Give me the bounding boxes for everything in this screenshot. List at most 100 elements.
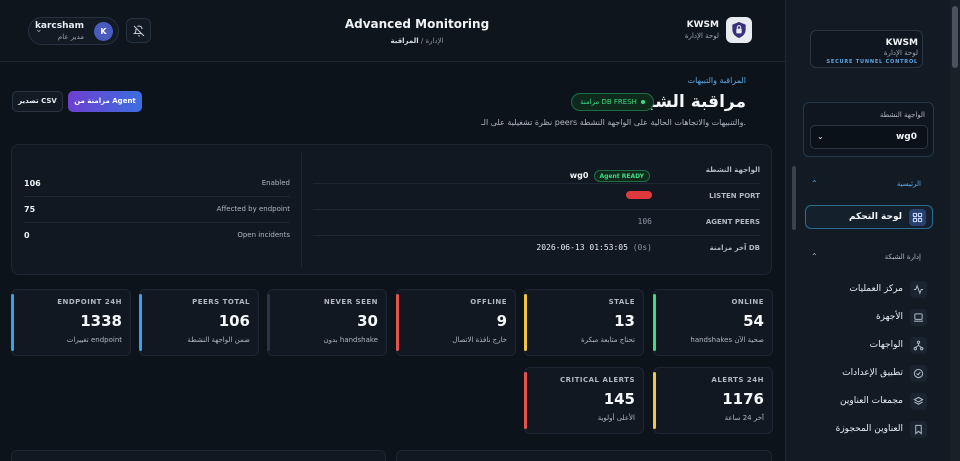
last-sync-label: آخر مزامنة DB — [709, 244, 760, 252]
card-value: 13 — [614, 312, 635, 330]
active-interface-row: الواجهة النشطة wg0 Agent READY — [313, 157, 760, 184]
sidebar-item-reserved-addresses[interactable]: العناوين المحجوزة — [805, 418, 933, 442]
card-accent-bar — [396, 294, 399, 351]
card-peers-total: PEERS TOTAL 106 ضمن الواجهة النشطة — [139, 289, 259, 356]
status-dot-icon — [640, 100, 645, 104]
breadcrumb: الإدارة / المراقبة — [300, 37, 534, 45]
agent-status-badge: Agent READY — [593, 170, 650, 182]
card-title: ALERTS 24H — [711, 376, 764, 384]
sidebar-item-address-pools[interactable]: مجمعات العناوين — [805, 390, 933, 414]
last-sync-row: آخر مزامنة DB 2026-06-13 01:53:05 (0s) — [313, 235, 760, 262]
last-sync-value-group: 2026-06-13 01:53:05 (0s) — [536, 243, 652, 252]
user-name: karcsham — [34, 21, 84, 31]
interface-select[interactable]: wg0 ⌄ — [810, 125, 928, 149]
last-sync-value: 2026-06-13 01:53:05 — [536, 243, 628, 252]
sidebar-brand-subtitle: لوحة الإدارة — [883, 49, 918, 57]
page-description: نظرة تشغيلية على الـ peers والتنبيهات وا… — [481, 118, 746, 127]
page-header: Advanced Monitoring الإدارة / المراقبة — [300, 17, 534, 45]
lower-panel-left — [11, 450, 386, 461]
devices-icon — [910, 309, 927, 326]
card-title: ONLINE — [731, 298, 764, 306]
activity-icon — [910, 281, 927, 298]
bookmark-icon — [910, 421, 927, 438]
active-interface-box-label: الواجهة النشطة — [879, 111, 925, 119]
card-subtitle: خارج نافذة الاتصال — [452, 336, 507, 344]
card-title: STALE — [608, 298, 635, 306]
stat-label: Open incidents — [237, 231, 290, 239]
card-title: PEERS TOTAL — [192, 298, 250, 306]
card-subtitle: آخر 24 ساعة — [724, 414, 764, 422]
bell-off-icon — [133, 25, 145, 37]
active-interface-value: wg0 — [569, 171, 589, 180]
active-interface-value-group: wg0 Agent READY — [570, 163, 652, 182]
card-subtitle: بدون handshake — [323, 336, 378, 344]
sidebar-item-dashboard[interactable]: لوحة التحكم — [805, 205, 933, 229]
sync-status-badge: مزامنة DB FRESH — [571, 93, 654, 111]
sidebar-item-interfaces[interactable]: الواجهات — [805, 334, 933, 358]
sidebar-item-apply-settings[interactable]: تطبيق الإعدادات — [805, 362, 933, 386]
sidebar-item-devices[interactable]: الأجهزة — [805, 306, 933, 330]
card-title: ENDPOINT 24H — [57, 298, 122, 306]
sidebar-item-label: الأجهزة — [875, 312, 903, 322]
sidebar-item-label: مركز العمليات — [849, 284, 903, 294]
agent-peers-label: AGENT PEERS — [705, 218, 760, 226]
active-interface-box: الواجهة النشطة wg0 ⌄ — [803, 102, 934, 157]
agent-peers-value: 106 — [637, 217, 652, 226]
listen-port-row: LISTEN PORT — [313, 183, 760, 210]
overview-panel: الواجهة النشطة wg0 Agent READY LISTEN PO… — [11, 144, 772, 275]
brand-name: KWSM — [686, 20, 719, 30]
user-role: مدير عام — [57, 33, 84, 41]
card-subtitle: الأعلى أولوية — [597, 414, 635, 422]
stat-value: 106 — [24, 179, 41, 188]
card-title: OFFLINE — [470, 298, 507, 306]
page-scrollbar[interactable] — [950, 0, 960, 461]
card-accent-bar — [267, 294, 270, 351]
sidebar-item-label: مجمعات العناوين — [840, 396, 903, 406]
chevron-up-icon: ⌃ — [811, 252, 818, 261]
section-label: المراقبة والتبيهات — [687, 76, 746, 85]
card-title: NEVER SEEN — [323, 298, 378, 306]
panel-divider — [301, 153, 302, 267]
sidebar-scrollbar[interactable] — [792, 166, 796, 230]
sync-agent-button[interactable]: مزامنة من Agent — [68, 91, 142, 112]
card-title: CRITICAL ALERTS — [559, 376, 635, 384]
scrollbar-thumb[interactable] — [952, 6, 958, 68]
card-online: ONLINE 54 handshakes صحية الآن — [653, 289, 773, 356]
brand-logo — [726, 17, 752, 43]
export-csv-button[interactable]: تصدير CSV — [12, 91, 63, 112]
sidebar-brand: KWSM لوحة الإدارة SECURE TUNNEL CONTROL — [810, 30, 923, 68]
card-accent-bar — [653, 294, 656, 351]
card-accent-bar — [524, 372, 527, 429]
card-value: 9 — [496, 312, 507, 330]
user-menu[interactable]: ⌄ karcsham مدير عام K — [28, 17, 119, 45]
lower-panel-right — [396, 450, 772, 461]
breadcrumb-parent[interactable]: الإدارة — [425, 37, 443, 45]
last-sync-age: (0s) — [632, 243, 652, 252]
shield-icon — [732, 22, 746, 38]
stat-open-incidents: 0 Open incidents — [24, 223, 290, 249]
card-value: 30 — [357, 312, 378, 330]
card-value: 145 — [603, 390, 635, 408]
stat-value: 75 — [24, 205, 36, 214]
stat-value: 0 — [24, 231, 30, 240]
stat-label: Enabled — [261, 179, 290, 187]
network-icon — [910, 337, 927, 354]
card-subtitle: handshakes صحية الآن — [690, 336, 764, 344]
card-accent-bar — [524, 294, 527, 351]
breadcrumb-current: المراقبة — [390, 37, 419, 45]
card-stale: STALE 13 تحتاج متابعة مبكرة — [524, 289, 644, 356]
card-subtitle: تغييرات endpoint — [66, 336, 122, 344]
nav-group-main[interactable]: الرئيسية ⌃ — [805, 177, 933, 193]
brand-header: KWSM لوحة الإدارة — [685, 17, 752, 45]
stat-label: Affected by endpoint — [216, 205, 290, 213]
sync-badge-label: مزامنة DB FRESH — [580, 98, 637, 106]
nav-group-network[interactable]: إدارة الشبكة ⌃ — [805, 250, 933, 266]
card-subtitle: ضمن الواجهة النشطة — [187, 336, 250, 344]
card-accent-bar — [139, 294, 142, 351]
avatar: K — [94, 22, 113, 41]
notifications-button[interactable] — [126, 18, 151, 43]
card-alerts-24h: ALERTS 24H 1176 آخر 24 ساعة — [653, 367, 773, 434]
card-accent-bar — [11, 294, 14, 351]
layers-icon — [910, 393, 927, 410]
sidebar-item-operations-center[interactable]: مركز العمليات — [805, 278, 933, 302]
